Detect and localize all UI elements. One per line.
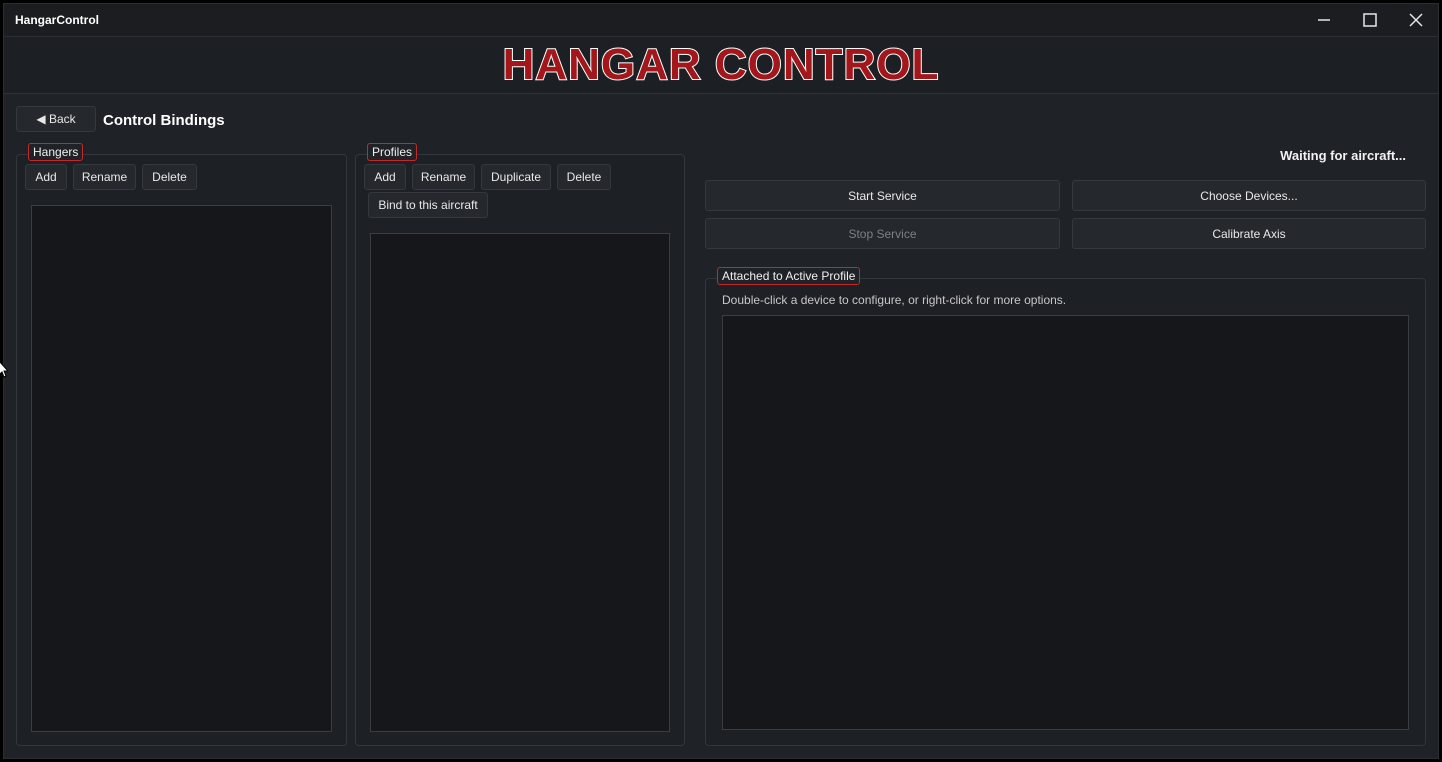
- maximize-button[interactable]: [1347, 4, 1393, 36]
- hangers-legend: Hangers: [28, 143, 84, 161]
- attached-legend: Attached to Active Profile: [717, 267, 861, 285]
- profiles-delete-button[interactable]: Delete: [557, 164, 611, 190]
- mouse-cursor-icon: [0, 361, 8, 378]
- title-bar[interactable]: HangarControl: [4, 4, 1438, 37]
- back-button[interactable]: ◀ Back: [16, 106, 96, 132]
- app-logo: HANGAR CONTROL: [502, 40, 940, 90]
- maximize-icon: [1363, 13, 1377, 27]
- page-title: Control Bindings: [103, 112, 225, 129]
- bind-to-aircraft-button[interactable]: Bind to this aircraft: [368, 192, 488, 218]
- close-icon: [1409, 13, 1423, 27]
- minimize-button[interactable]: [1301, 4, 1347, 36]
- hangers-rename-button[interactable]: Rename: [73, 164, 136, 190]
- attached-hint: Double-click a device to configure, or r…: [722, 293, 1067, 307]
- attached-devices-list[interactable]: [722, 315, 1409, 730]
- close-button[interactable]: [1393, 4, 1438, 36]
- profiles-list[interactable]: [370, 233, 670, 732]
- banner: HANGAR CONTROL: [4, 37, 1438, 94]
- hangers-add-button[interactable]: Add: [25, 164, 67, 190]
- calibrate-axis-button[interactable]: Calibrate Axis: [1072, 218, 1426, 249]
- profiles-rename-button[interactable]: Rename: [412, 164, 475, 190]
- app-window: HangarControl HANGAR CONTROL ◀ Back Cont…: [3, 3, 1439, 759]
- profiles-legend: Profiles: [367, 143, 418, 161]
- start-service-button[interactable]: Start Service: [705, 180, 1060, 211]
- choose-devices-button[interactable]: Choose Devices...: [1072, 180, 1426, 211]
- profiles-duplicate-button[interactable]: Duplicate: [481, 164, 551, 190]
- window-title: HangarControl: [15, 13, 99, 27]
- stop-service-button[interactable]: Stop Service: [705, 218, 1060, 249]
- minimize-icon: [1318, 19, 1330, 21]
- hangers-delete-button[interactable]: Delete: [142, 164, 197, 190]
- service-status: Waiting for aircraft...: [1280, 148, 1406, 163]
- profiles-add-button[interactable]: Add: [364, 164, 406, 190]
- hangers-list[interactable]: [31, 205, 332, 732]
